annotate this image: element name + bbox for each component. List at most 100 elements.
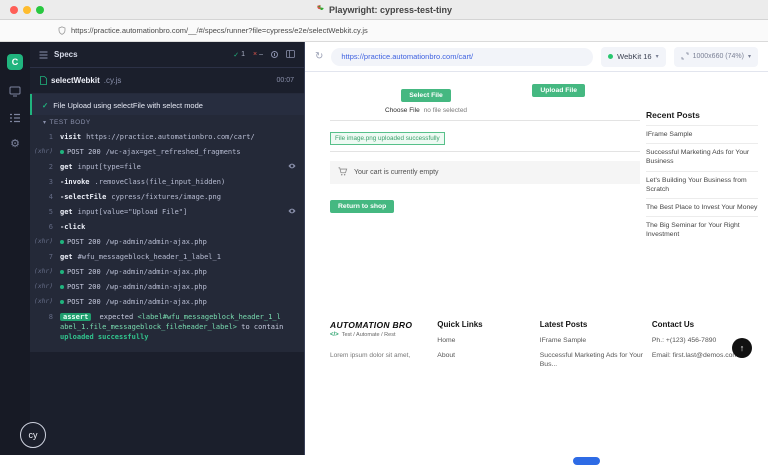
app-window: Playwright: cypress-test-tiny https://pr… [0,0,768,468]
quick-links-title: Quick Links [437,320,483,329]
choose-file-label[interactable]: Choose File [385,107,420,114]
no-file-text: no file selected [423,107,468,114]
scroll-to-top-button[interactable]: ↑ [732,338,752,358]
command-row[interactable]: 6 -click [34,219,298,234]
macos-titlebar: Playwright: cypress-test-tiny [0,0,768,20]
browser-icon[interactable] [9,86,21,97]
recent-post-link[interactable]: Let's Building Your Business from Scratc… [646,170,758,198]
aut-panel: ↻ https://practice.automationbro.com/car… [305,42,768,455]
quick-link[interactable]: About [437,351,533,361]
check-icon: ✓ [42,101,49,110]
close-window-button[interactable] [10,6,18,14]
address-url[interactable]: https://practice.automationbro.com/__/#/… [71,26,368,35]
quick-links-list: Home About [437,336,533,360]
chevron-down-icon: ▾ [747,54,751,60]
file-upload-row: Select File Choose File no file selected … [330,84,640,121]
cypress-cy-logo[interactable]: cy [20,422,46,448]
spec-file-row[interactable]: selectWebkit .cy.js 00:07 [30,68,304,94]
xhr-status-dot [60,284,64,289]
latest-posts-title: Latest Posts [539,320,588,329]
browser-address-bar: https://practice.automationbro.com/__/#/… [0,20,768,42]
aut-url-field[interactable]: https://practice.automationbro.com/cart/ [331,47,594,66]
empty-cart-text: Your cart is currently empty [354,169,439,176]
upload-result-row: File image.png uploaded successfully [330,121,640,152]
failed-stat: × – [253,51,263,58]
command-row[interactable]: 3 -invoke .removeClass(file_input_hidden) [34,174,298,189]
eye-icon[interactable] [288,162,296,172]
collapse-panel-icon[interactable] [286,49,295,60]
passed-stat: ✓ 1 [233,51,245,59]
command-log: 1 visit https://practice.automationbro.co… [30,127,304,352]
recent-post-link[interactable]: IFrame Sample [646,125,758,143]
latest-post-link[interactable]: IFrame Sample [540,336,646,346]
test-stats: ✓ 1 × – [233,49,295,60]
assert-middle: to contain [241,322,284,331]
test-title: File Upload using selectFile with select… [53,101,203,110]
recent-post-link[interactable]: The Big Seminar for Your Right Investmen… [646,216,758,243]
command-row[interactable]: (xhr) POST 200/wp-admin/admin-ajax.php [34,279,298,294]
xhr-status-dot [60,269,64,274]
test-title-row[interactable]: ✓ File Upload using selectFile with sele… [30,94,304,115]
command-row[interactable]: 5 get input[value="Upload File"] [34,204,298,219]
command-row[interactable]: (xhr) POST 200/wp-admin/admin-ajax.php [34,234,298,249]
empty-cart-notice: Your cart is currently empty [330,161,640,184]
page-footer: AUTOMATION BRO </> Test / Automate / Res… [330,320,758,375]
resize-icon [681,52,689,62]
bottom-strip [0,455,768,468]
assert-expected: expected [99,312,134,321]
command-row[interactable]: 1 visit https://practice.automationbro.co… [34,129,298,144]
reporter-filler [30,352,304,455]
command-row[interactable]: (xhr) POST 200/wp-admin/admin-ajax.php [34,264,298,279]
command-list: 1 visit https://practice.automationbro.co… [34,129,298,309]
main-area: C ⚙ Specs ✓ 1 × – selectWebkit .cy.js 00… [0,42,768,455]
bottom-blue-pill [573,457,600,465]
browser-selector[interactable]: WebKit 16 ▾ [601,46,666,67]
spec-duration: 00:07 [276,77,294,84]
latest-post-link[interactable]: Successful Marketing Ads for Your Bus... [540,351,646,370]
quick-link[interactable]: Home [437,336,533,346]
x-icon: × [253,51,258,58]
aut-header: ↻ https://practice.automationbro.com/car… [305,42,768,72]
file-input[interactable]: Choose File no file selected [385,107,467,114]
cart-content: Select File Choose File no file selected … [330,84,640,243]
arrow-up-icon: ↑ [739,343,745,353]
settings-gear-icon[interactable]: ⚙ [10,139,20,150]
chevron-down-icon: ▾ [655,54,659,60]
upload-success-message: File image.png uploaded successfully [330,132,445,145]
viewport-size-selector[interactable]: 1000x660 (74%) ▾ [673,46,758,67]
recent-posts-widget: Recent Posts IFrame Sample Successful Mar… [646,84,758,243]
check-icon: ✓ [233,51,240,59]
command-row[interactable]: 7 get #wfu_messageblock_header_1_label_1 [34,249,298,264]
test-block: ✓ File Upload using selectFile with sele… [30,94,304,352]
command-row-assert[interactable]: 8 assert expected <label#wfu_messagebloc… [34,309,298,344]
return-to-shop-button[interactable]: Return to shop [330,200,395,213]
zoom-window-button[interactable] [36,6,44,14]
recent-post-link[interactable]: The Best Place to Invest Your Money [646,197,758,216]
refresh-icon[interactable]: ↻ [315,51,323,62]
cypress-logo[interactable]: C [7,54,23,70]
cypress-nav-strip: C ⚙ [0,42,30,455]
footer-brand-column: AUTOMATION BRO </> Test / Automate / Res… [330,320,431,375]
spec-file-icon [40,72,47,90]
brand-logo: AUTOMATION BRO [330,320,413,330]
recent-posts-title: Recent Posts [646,110,700,120]
command-row[interactable]: 4 -selectFile cypress/fixtures/image.png [34,189,298,204]
aut-page: Select File Choose File no file selected … [305,72,768,455]
command-row[interactable]: 2 get input[type=file [34,159,298,174]
footer-latest-posts-column: Latest Posts IFrame Sample Successful Mar… [540,320,646,375]
command-row[interactable]: (xhr) POST 200/wp-admin/admin-ajax.php [34,294,298,309]
select-file-button[interactable]: Select File [401,89,451,102]
upload-file-button[interactable]: Upload File [532,84,585,97]
footer-quick-links-column: Quick Links Home About [437,320,533,375]
test-body-toggle[interactable]: ▾ TEST BODY [30,115,304,127]
minimize-window-button[interactable] [23,6,31,14]
command-row[interactable]: (xhr) POST 200/wc-ajax=get_refreshed_fra… [34,144,298,159]
eye-icon[interactable] [288,207,296,217]
checklist-icon[interactable] [9,113,21,123]
specs-menu-icon[interactable] [39,46,48,64]
recent-post-link[interactable]: Successful Marketing Ads for Your Busine… [646,143,758,170]
xhr-status-dot [60,299,64,304]
window-title: Playwright: cypress-test-tiny [328,4,453,15]
spec-name: selectWebkit [51,76,100,85]
cypress-reporter: Specs ✓ 1 × – selectWebkit .cy.js 00:07 ✓ … [30,42,305,455]
